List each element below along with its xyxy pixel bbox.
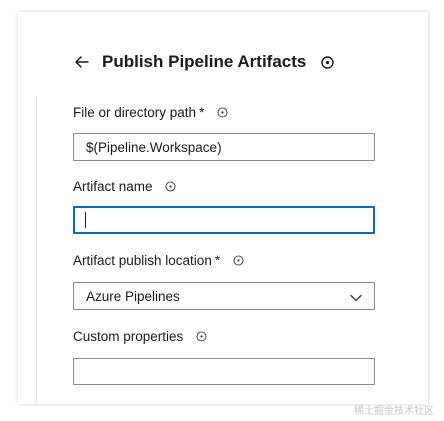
page-title: Publish Pipeline Artifacts xyxy=(102,52,307,71)
publish-location-label-text: Artifact publish location xyxy=(73,253,212,268)
path-input-value: $(Pipeline.Workspace) xyxy=(86,139,222,155)
info-icon[interactable] xyxy=(195,331,207,343)
arrow-left-icon[interactable] xyxy=(74,54,90,70)
custom-properties-label: Custom properties xyxy=(73,329,207,344)
path-input[interactable]: $(Pipeline.Workspace) xyxy=(73,133,375,161)
chevron-down-icon xyxy=(350,291,362,302)
info-icon[interactable] xyxy=(165,181,177,193)
artifact-name-label: Artifact name xyxy=(73,179,177,194)
artifact-name-label-text: Artifact name xyxy=(73,179,153,194)
info-icon[interactable] xyxy=(232,255,244,267)
publish-location-value: Azure Pipelines xyxy=(86,288,180,304)
path-label-text: File or directory path xyxy=(73,105,197,120)
path-label: File or directory path * xyxy=(73,105,228,120)
panel-header: Publish Pipeline Artifacts xyxy=(74,50,334,74)
left-rail xyxy=(18,96,37,404)
required-mark: * xyxy=(199,105,205,120)
info-icon[interactable] xyxy=(216,107,228,119)
required-mark: * xyxy=(214,253,221,268)
custom-properties-input[interactable] xyxy=(73,358,375,385)
publish-location-dropdown[interactable]: Azure Pipelines xyxy=(73,282,375,310)
artifact-name-input[interactable] xyxy=(73,206,375,234)
text-caret xyxy=(85,212,86,228)
publish-location-label: Artifact publish location * xyxy=(73,253,244,268)
custom-properties-label-text: Custom properties xyxy=(73,329,184,344)
watermark: 稀土掘金技术社区 xyxy=(354,406,434,417)
info-icon[interactable] xyxy=(320,55,334,69)
